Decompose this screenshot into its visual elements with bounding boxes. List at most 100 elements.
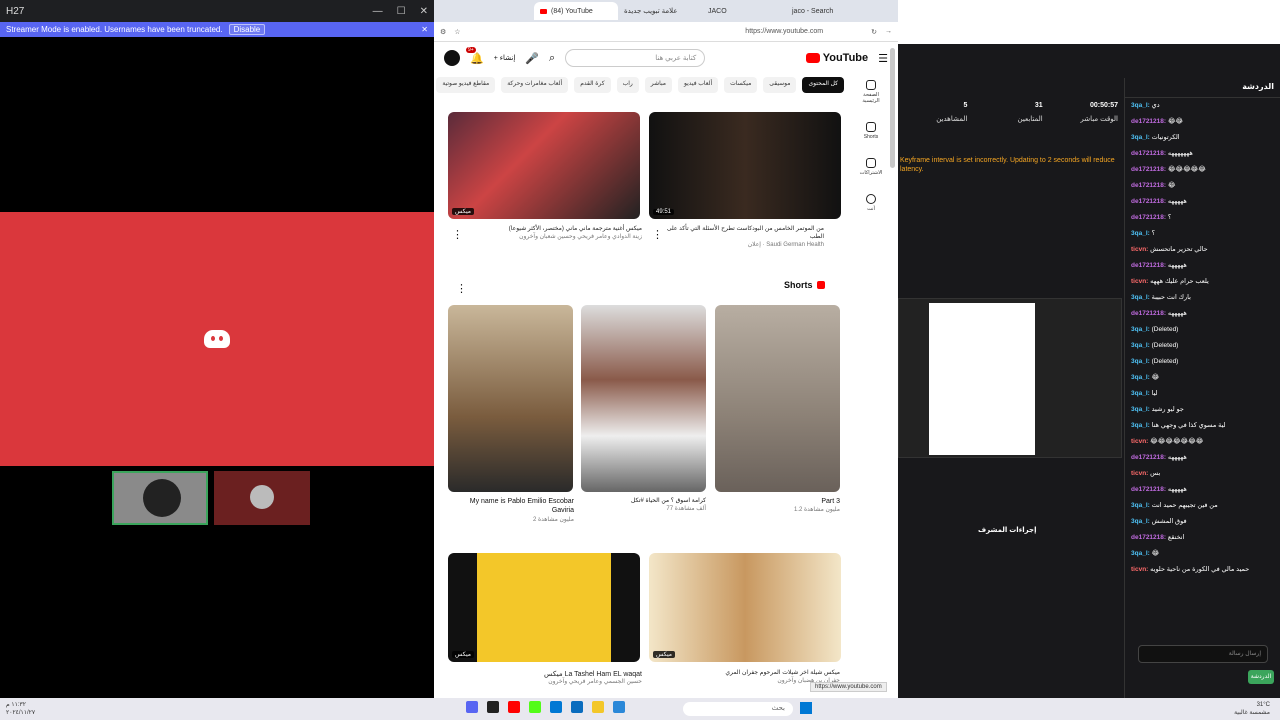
search-input[interactable]: كتابة عربي هنا [565,49,706,67]
video-thumbnail[interactable]: ميكس [649,553,841,662]
notifications-icon[interactable]: 🔔 9+ [466,46,484,65]
address-bar[interactable]: ⚙ ☆ https://www.youtube.com ↻ → [434,22,898,42]
short-thumbnail[interactable] [581,305,706,492]
video-info[interactable]: من الموتمر الخامس من البودكاست تطرح الأس… [664,226,824,249]
chat-username[interactable]: ticvn: [1131,470,1148,477]
sidebar-item-subscriptions[interactable]: الاشتراكات [860,158,882,176]
chat-username[interactable]: ticvn: [1131,246,1148,253]
refresh-icon[interactable]: ↻ [871,28,877,36]
participant-tile[interactable] [112,471,208,525]
more-options-icon[interactable]: ⋮ [652,228,663,241]
participant-tile[interactable] [214,471,310,525]
chat-username[interactable]: ticvn: [1131,566,1148,573]
chat-username[interactable]: 3qa_l: [1131,518,1150,525]
tab-jaco[interactable]: JACO [702,2,786,20]
sidebar-item-shorts[interactable]: Shorts [864,122,878,140]
tab-youtube[interactable]: (84) YouTube [534,2,618,20]
chat-username[interactable]: de1721218: [1131,454,1166,461]
chip[interactable]: ألعاب فيديو [677,77,719,93]
chat-username[interactable]: ticvn: [1131,438,1148,445]
create-button[interactable]: + إنشاء [494,54,516,62]
scrollbar[interactable] [890,48,895,168]
tab-search[interactable]: jaco - Search [786,2,870,20]
chat-username[interactable]: 3qa_l: [1131,134,1150,141]
chip[interactable]: كرة القدم [574,77,611,93]
chat-username[interactable]: 3qa_l: [1131,326,1150,333]
forward-icon[interactable]: → [885,28,892,35]
chip[interactable]: راب [616,77,639,93]
chat-username[interactable]: 3qa_l: [1131,342,1150,349]
chat-username[interactable]: de1721218: [1131,166,1166,173]
weather-widget[interactable]: 31°C مشمسة غالبية [1234,701,1270,717]
photos-icon[interactable] [613,701,625,713]
taskbar-search[interactable]: بحث [683,702,793,716]
close-banner-icon[interactable]: ✕ [421,25,428,34]
menu-icon[interactable]: ☰ [878,52,888,65]
chip[interactable]: كل المحتوى [802,77,844,93]
discord-icon[interactable] [466,701,478,713]
chat-username[interactable]: de1721218: [1131,310,1166,317]
chat-username[interactable]: de1721218: [1131,262,1166,269]
edge-icon[interactable] [571,701,583,713]
sidebar-item-you[interactable]: أنت [866,194,876,212]
minimize-icon[interactable]: — [373,6,383,17]
chat-username[interactable]: 3qa_l: [1131,358,1150,365]
chat-username[interactable]: 3qa_l: [1131,102,1150,109]
more-options-icon[interactable]: ⋮ [452,228,463,241]
chat-username[interactable]: 3qa_l: [1131,374,1150,381]
maximize-icon[interactable]: ☐ [397,6,406,17]
chat-username[interactable]: de1721218: [1131,198,1166,205]
short-thumbnail[interactable] [448,305,573,492]
chip[interactable]: مقاطع فيديو صوتية [436,77,496,93]
windows-start-icon[interactable] [800,702,812,714]
chat-username[interactable]: 3qa_l: [1131,294,1150,301]
short-thumbnail[interactable] [715,305,840,492]
chip[interactable]: ألعاب مغامرات وحركة [501,77,569,93]
chat-username[interactable]: ticvn: [1131,278,1148,285]
chip[interactable]: مباشر [644,77,672,93]
dock-mod-actions[interactable]: إجراءات المشرف [978,526,1037,534]
video-thumbnail[interactable]: ميكس [448,553,640,662]
favorite-icon[interactable]: ☆ [454,28,460,36]
video-thumbnail[interactable]: 49:51 [649,112,841,219]
chip[interactable]: ميكسات [724,77,758,93]
video-thumbnail[interactable]: ميكس [448,112,640,219]
close-icon[interactable]: ✕ [420,6,428,17]
kick-icon[interactable] [529,701,541,713]
youtube-icon[interactable] [508,701,520,713]
extensions-icon[interactable]: ⚙ [440,28,446,36]
chat-username[interactable]: de1721218: [1131,534,1166,541]
chat-username[interactable]: de1721218: [1131,214,1166,221]
obs-icon[interactable] [487,701,499,713]
short-info[interactable]: Part 3 1.2 مليون مشاهدة [730,497,840,515]
chat-username[interactable]: de1721218: [1131,182,1166,189]
avatar[interactable] [444,50,460,66]
chat-username[interactable]: de1721218: [1131,118,1166,125]
video-info[interactable]: La Tashel Ham EL waqat ميكس حسين الجسمي و… [462,670,642,687]
sidebar-item-home[interactable]: الصفحة الرئيسية [854,80,888,104]
search-icon[interactable]: ⌕ [549,52,555,65]
store-icon[interactable] [550,701,562,713]
folder-icon[interactable] [592,701,604,713]
chat-username[interactable]: 3qa_l: [1131,390,1150,397]
chat-username[interactable]: de1721218: [1131,150,1166,157]
chat-username[interactable]: 3qa_l: [1131,422,1150,429]
url-text[interactable]: https://www.youtube.com [745,28,823,35]
video-info[interactable]: ميكس أغنية مترجمة ماني ماني (مختصر، الأك… [462,226,642,242]
chip[interactable]: موسيقى [763,77,797,93]
tab-new[interactable]: علامة تبويب جديدة [618,2,702,20]
chat-username[interactable]: 3qa_l: [1131,406,1150,413]
chat-username[interactable]: 3qa_l: [1131,502,1150,509]
chat-username[interactable]: 3qa_l: [1131,550,1150,557]
more-options-icon[interactable]: ⋮ [456,282,467,295]
mic-icon[interactable]: 🎤 [525,52,539,65]
youtube-logo[interactable]: YouTube [805,52,868,64]
chat-input[interactable]: إرسال رسالة [1138,645,1268,663]
short-info[interactable]: كرامة اسوق ؟ من الحياة #تكل 77 ألف مشاهدة [596,497,706,513]
tab-label: JACO [708,7,727,15]
disable-button[interactable]: Disable [228,24,266,35]
chat-send-button[interactable]: الدردشة [1248,670,1274,684]
chat-username[interactable]: 3qa_l: [1131,230,1150,237]
short-info[interactable]: My name is Pablo Emilio Escobar Gaviria 2… [464,497,574,524]
chat-username[interactable]: de1721218: [1131,486,1166,493]
